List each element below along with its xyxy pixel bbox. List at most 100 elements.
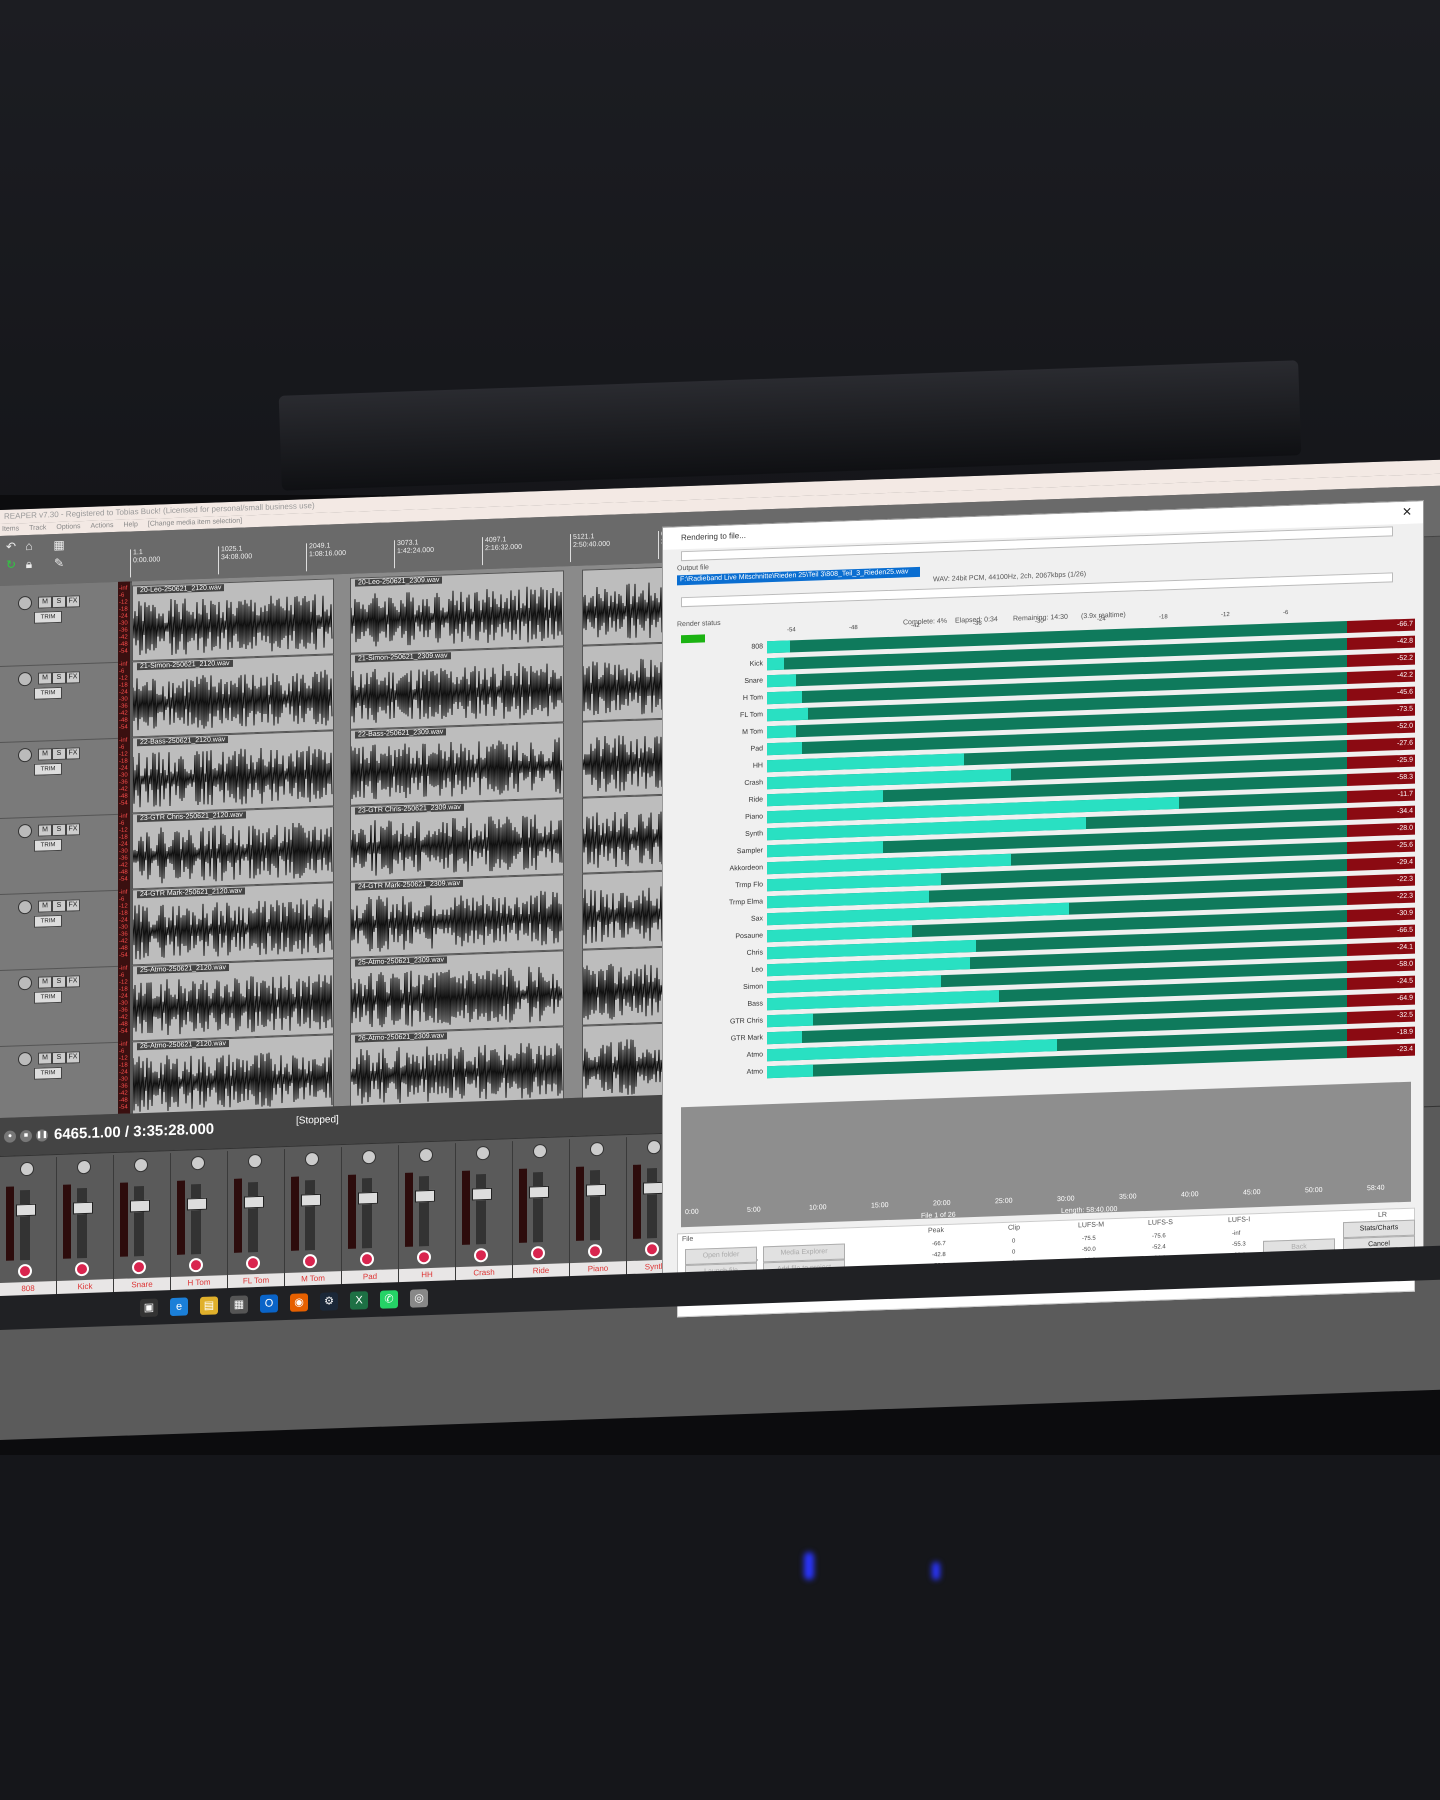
media-item[interactable]: 23-GTR Chris-250621_2120.wav [132,806,334,890]
media-item[interactable]: 21-Simon-250621_2309.wav [350,646,564,730]
track-btn-m[interactable]: M [38,824,52,837]
fader-cap[interactable] [130,1199,150,1213]
track-btn-fx[interactable]: FX [66,899,80,912]
media-item[interactable] [582,566,674,646]
fader-cap[interactable] [301,1193,321,1207]
media-item[interactable] [582,642,674,722]
record-arm-icon[interactable] [303,1253,317,1269]
excel-icon[interactable]: X [350,1291,368,1310]
pan-knob[interactable] [476,1145,490,1161]
media-item[interactable]: 24-GTR Mark-250621_2309.wav [350,874,564,958]
whatsapp-icon[interactable]: ✆ [380,1290,398,1309]
volume-knob[interactable] [18,595,32,611]
trim-button[interactable]: TRIM [34,990,62,1004]
edge-icon[interactable]: e [170,1297,188,1317]
track-btn-m[interactable]: M [38,672,52,685]
fader-cap[interactable] [472,1187,492,1201]
track-btn-fx[interactable]: FX [66,595,80,608]
pan-knob[interactable] [77,1159,91,1175]
media-item[interactable]: 23-GTR Chris-250621_2309.wav [350,798,564,882]
fader-cap[interactable] [16,1203,36,1217]
media-item[interactable] [582,718,674,798]
record-arm-icon[interactable] [18,1263,32,1279]
trim-button[interactable]: TRIM [34,914,62,928]
volume-knob[interactable] [18,747,32,763]
menu-item[interactable]: Options [56,523,80,531]
pan-knob[interactable] [362,1149,376,1165]
track-btn-s[interactable]: S [52,975,66,989]
media-item[interactable]: 22-Bass-250621_2120.wav [132,730,334,814]
stop-icon[interactable]: ■ [20,1129,32,1143]
pan-knob[interactable] [248,1153,262,1169]
record-arm-icon[interactable] [588,1243,602,1259]
record-arm-icon[interactable] [189,1257,203,1273]
menu-item[interactable]: Track [29,524,46,532]
pan-knob[interactable] [533,1143,547,1159]
close-icon[interactable]: ✕ [1399,504,1415,521]
arrange-view[interactable]: 20-Leo-250621_2120.wav 20-Leo-250621_2309… [132,562,674,1118]
pan-knob[interactable] [590,1141,604,1157]
track-btn-m[interactable]: M [38,900,52,913]
trim-button[interactable]: TRIM [34,610,62,624]
menu-item[interactable]: Help [123,521,137,529]
firefox-icon[interactable]: ◉ [290,1293,308,1312]
pencil-icon[interactable]: ✎ [52,556,66,570]
record-arm-icon[interactable] [645,1241,659,1257]
loop-icon[interactable]: ↻ [4,557,18,571]
store-icon[interactable]: ▦ [230,1295,248,1314]
pan-knob[interactable] [134,1157,148,1173]
taskview-icon[interactable]: ▣ [140,1298,158,1318]
media-item[interactable]: 20-Leo-250621_2309.wav [350,570,564,654]
media-item[interactable]: 26-Atmo-250621_2120.wav [132,1034,334,1118]
volume-knob[interactable] [18,671,32,687]
fader-cap[interactable] [586,1183,606,1197]
grid-icon[interactable]: ▦ [52,538,66,552]
record-arm-icon[interactable] [360,1251,374,1267]
steam-icon[interactable]: ⚙ [320,1292,338,1311]
media-item[interactable]: 25-Atmo-250621_2309.wav [350,950,564,1034]
volume-knob[interactable] [18,975,32,991]
track-btn-m[interactable]: M [38,596,52,609]
track-btn-fx[interactable]: FX [66,975,80,988]
fader-cap[interactable] [643,1181,663,1195]
volume-knob[interactable] [18,823,32,839]
menu-item[interactable]: Actions [91,522,114,530]
record-icon[interactable]: ● [4,1130,16,1143]
pan-knob[interactable] [647,1139,661,1155]
home-icon[interactable]: ⌂ [22,539,36,553]
track-btn-s[interactable]: S [52,595,66,609]
media-item[interactable]: 22-Bass-250621_2309.wav [350,722,564,806]
media-item[interactable]: 25-Atmo-250621_2120.wav [132,958,334,1042]
track-btn-fx[interactable]: FX [66,1051,80,1064]
media-item[interactable] [582,946,674,1026]
pause-icon[interactable]: ❚❚ [36,1129,48,1142]
explorer-icon[interactable]: ▤ [200,1296,218,1316]
menu-item[interactable]: Items [2,525,19,533]
pan-knob[interactable] [20,1161,34,1177]
record-arm-icon[interactable] [474,1247,488,1263]
record-arm-icon[interactable] [531,1245,545,1261]
pan-knob[interactable] [305,1151,319,1167]
track-btn-fx[interactable]: FX [66,747,80,760]
fader-cap[interactable] [73,1201,93,1215]
track-btn-s[interactable]: S [52,747,66,761]
track-btn-m[interactable]: M [38,1052,52,1065]
track-btn-s[interactable]: S [52,823,66,837]
trim-button[interactable]: TRIM [34,1066,62,1080]
track-btn-fx[interactable]: FX [66,671,80,684]
track-btn-s[interactable]: S [52,1051,66,1065]
trim-button[interactable]: TRIM [34,838,62,852]
trim-button[interactable]: TRIM [34,762,62,776]
track-btn-m[interactable]: M [38,748,52,761]
media-item[interactable]: 20-Leo-250621_2120.wav [132,578,334,662]
reaper-icon[interactable]: ◎ [410,1289,428,1308]
track-btn-m[interactable]: M [38,976,52,989]
media-item[interactable] [582,1022,674,1102]
volume-knob[interactable] [18,1051,32,1067]
media-item[interactable]: 21-Simon-250621_2120.wav [132,654,334,738]
fader-cap[interactable] [529,1185,549,1199]
record-arm-icon[interactable] [417,1249,431,1265]
media-item[interactable] [582,794,674,874]
output-file-path[interactable]: F:\Radieband Live Mitschnitte\Rieden 25\… [677,566,920,586]
lock-icon[interactable]: 🔒︎ [22,557,36,571]
